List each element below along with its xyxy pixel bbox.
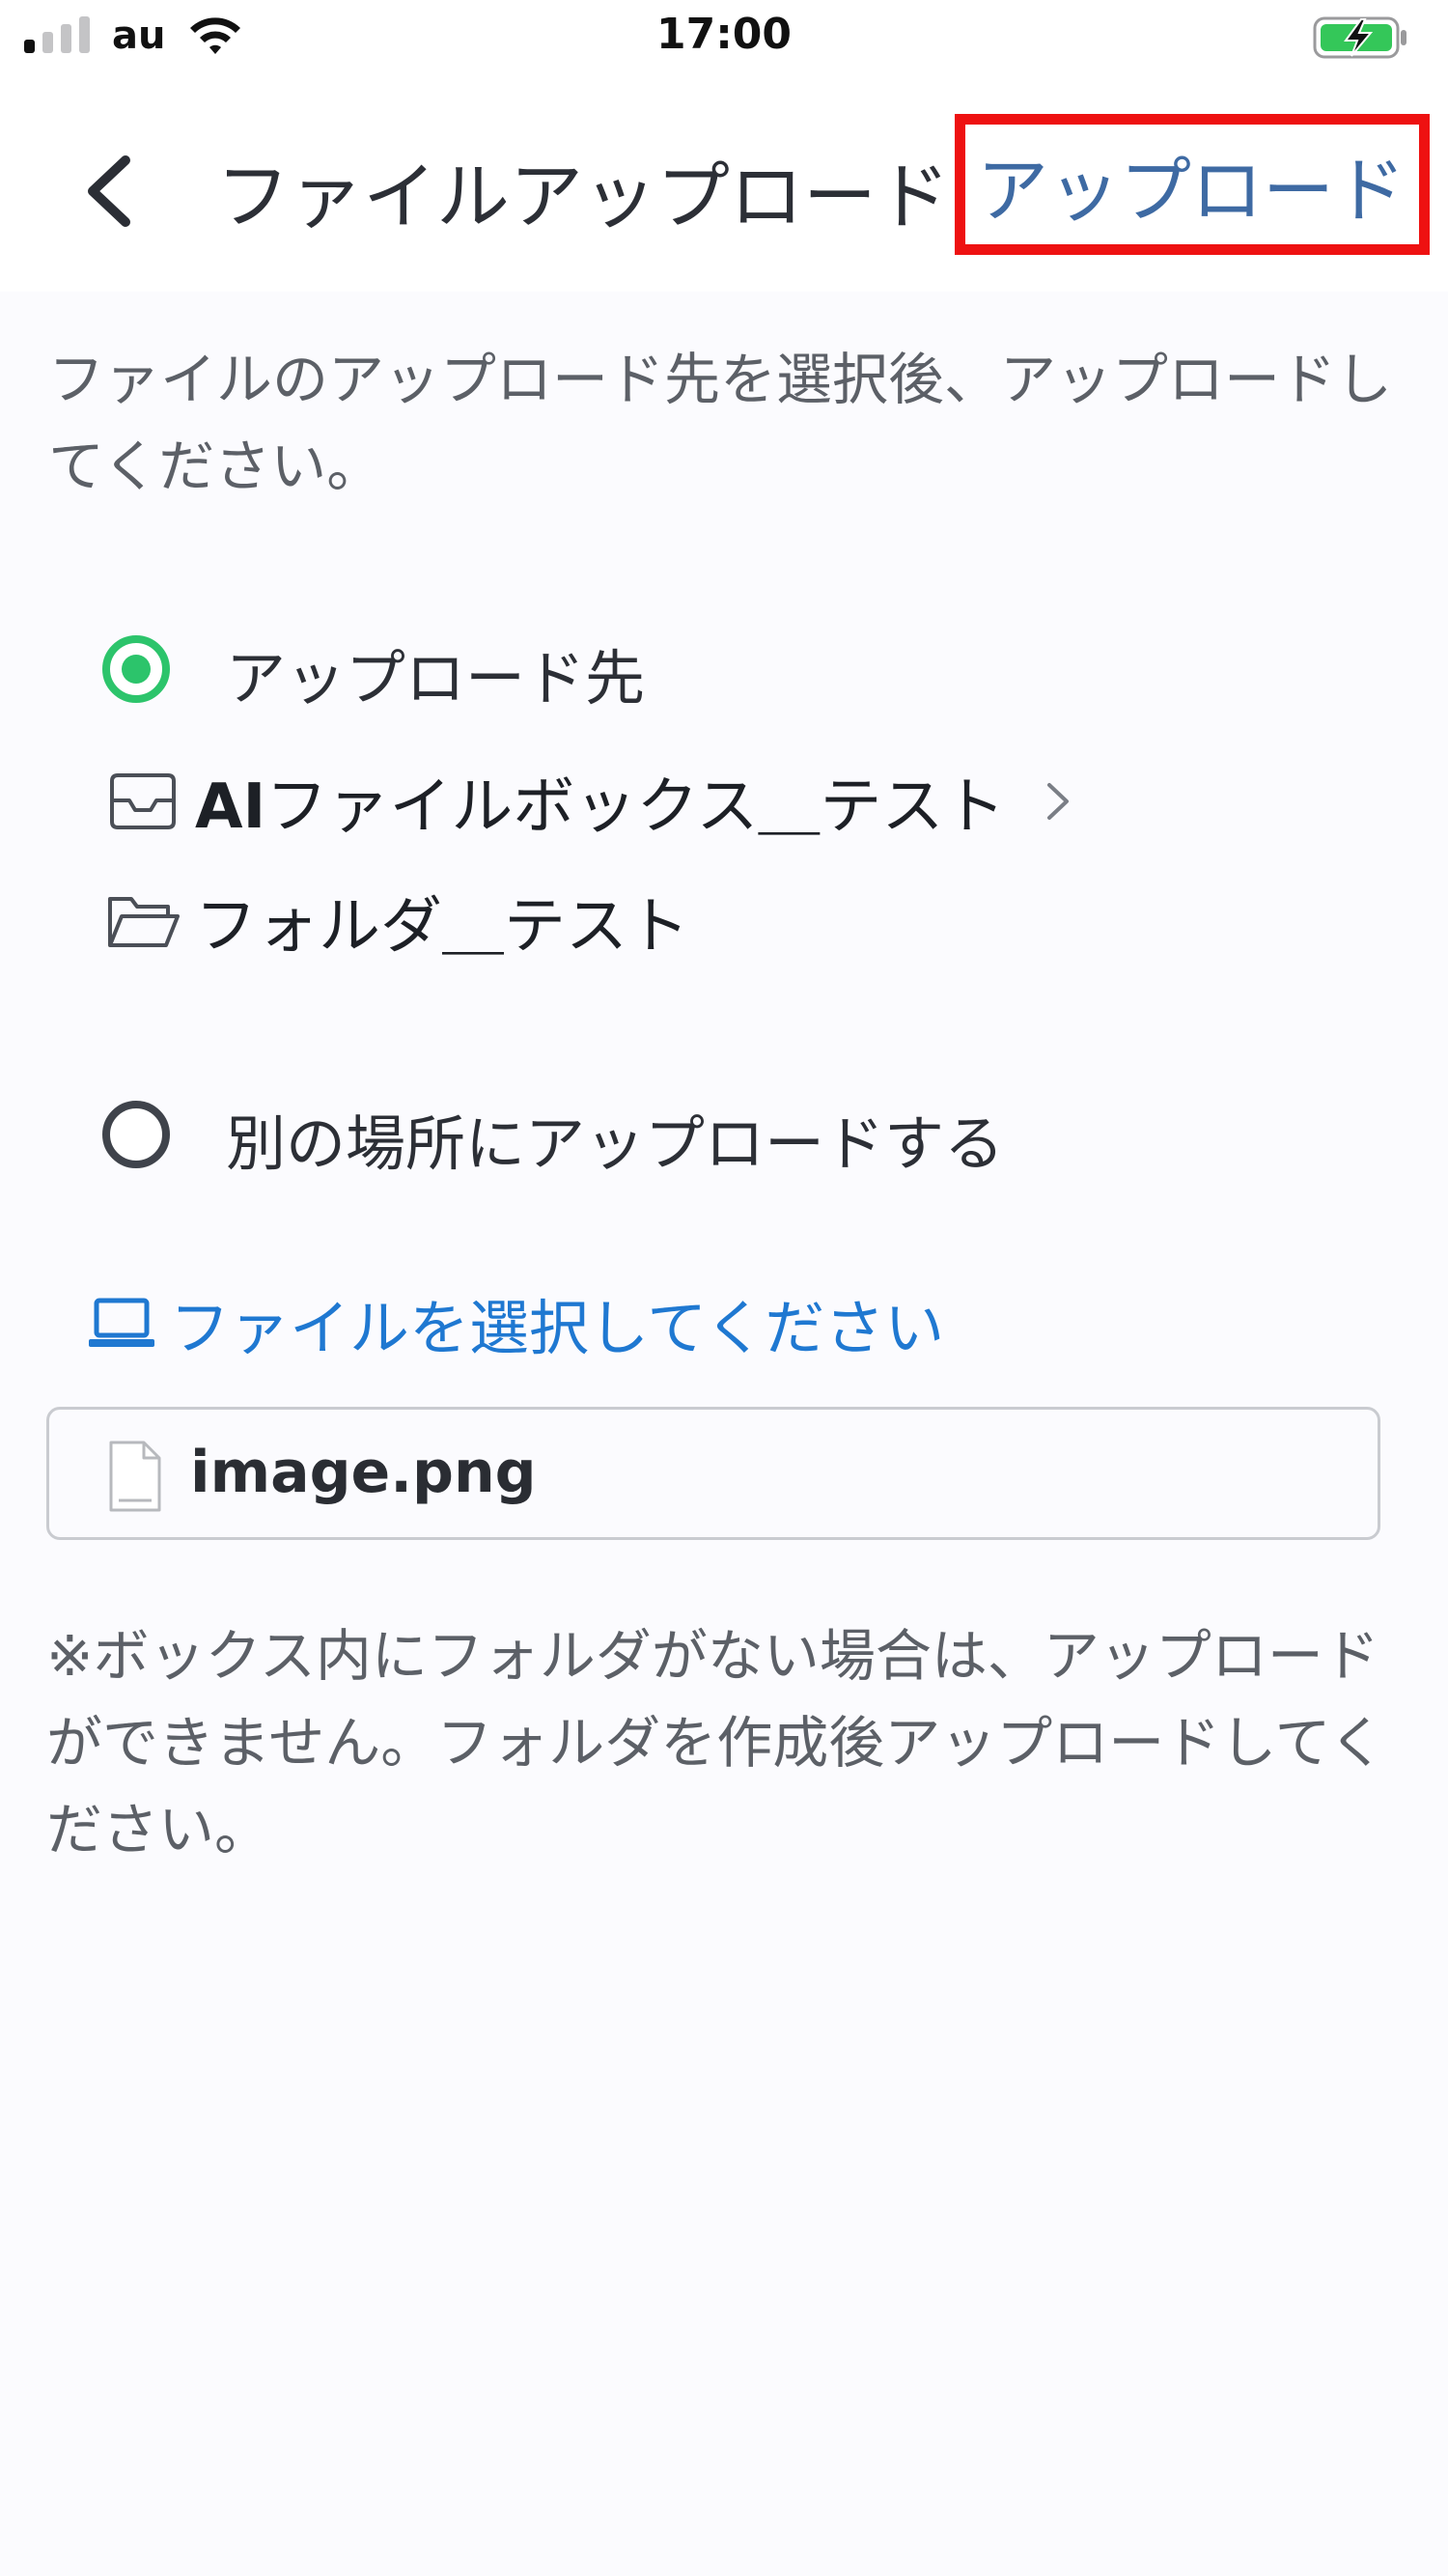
folder-row[interactable]: フォルダ＿テスト xyxy=(106,882,689,963)
box-name: ファイルボックス＿テスト xyxy=(265,771,1006,843)
chevron-left-icon[interactable] xyxy=(70,143,147,239)
radio-other-location[interactable] xyxy=(102,1101,170,1168)
box-row[interactable]: AIファイルボックス＿テスト xyxy=(106,763,1072,843)
other-location-label: 別の場所にアップロードする xyxy=(226,1108,1005,1179)
status-bar: au 17:00 xyxy=(0,0,1448,77)
instruction-text: ファイルのアップロード先を選択後、アップロードしてください。 xyxy=(48,347,1393,499)
page-title: ファイルアップロード xyxy=(216,154,950,239)
select-file-label: ファイルを選択してください xyxy=(170,1293,945,1363)
chevron-right-icon xyxy=(1047,783,1070,820)
select-file-link[interactable]: ファイルを選択してください xyxy=(87,1279,944,1366)
nav-bar: ファイルアップロード アップロード xyxy=(0,77,1448,292)
status-time: 17:00 xyxy=(655,10,793,59)
destination-label: アップロード先 xyxy=(226,643,646,714)
box-prefix: AI xyxy=(195,771,266,843)
file-name: image.png xyxy=(190,1439,537,1506)
note-text: ※ボックス内にフォルダがない場合は、アップロードができません。フォルダを作成後ア… xyxy=(46,1623,1385,1862)
folder-name: フォルダ＿テスト xyxy=(195,891,689,963)
inbox-icon xyxy=(110,773,176,829)
battery-charging-icon xyxy=(1313,16,1406,59)
document-icon xyxy=(109,1441,161,1512)
radio-destination[interactable] xyxy=(102,635,170,703)
selected-file-box: image.png xyxy=(46,1407,1380,1540)
upload-button[interactable]: アップロード xyxy=(977,133,1406,237)
laptop-icon xyxy=(89,1298,154,1347)
folder-open-icon xyxy=(108,897,180,947)
